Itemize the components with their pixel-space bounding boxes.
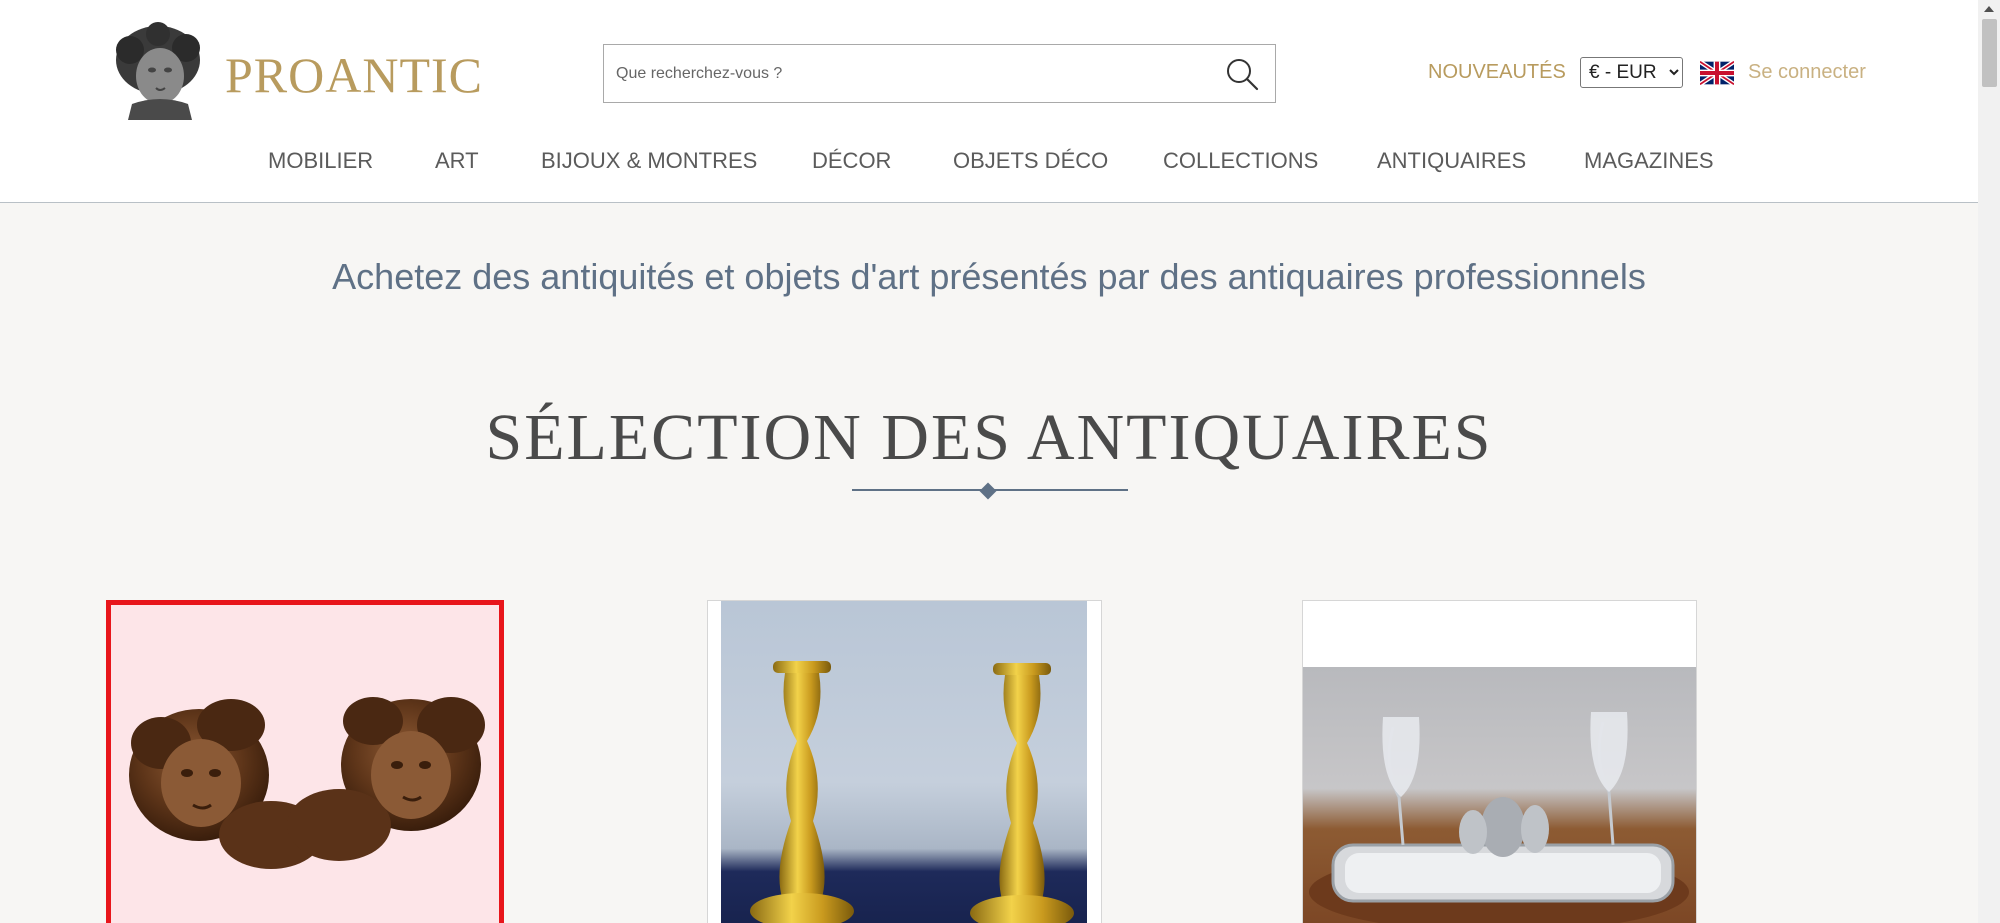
uk-flag-icon[interactable]	[1698, 59, 1736, 87]
cherub-bust-logo[interactable]	[112, 20, 208, 124]
product-card-candlesticks[interactable]	[707, 600, 1102, 923]
candlesticks-image	[721, 601, 1087, 923]
scrollbar-thumb[interactable]	[1982, 19, 1997, 87]
nav-item-decor[interactable]: DÉCOR	[812, 148, 891, 174]
nav-item-art[interactable]: ART	[435, 148, 479, 174]
nav-item-magazines[interactable]: MAGAZINES	[1584, 148, 1714, 174]
currency-select[interactable]: € - EUR	[1580, 57, 1683, 88]
nav-item-bijoux-montres[interactable]: BIJOUX & MONTRES	[541, 148, 757, 174]
cherub-heads-image	[129, 697, 485, 869]
search-bar	[603, 44, 1276, 103]
nav-item-mobilier[interactable]: MOBILIER	[268, 148, 373, 174]
product-card-cherub-heads[interactable]	[106, 600, 504, 923]
site-header: PROANTIC NOUVEAUTÉS € - EUR Se connecter…	[0, 0, 1978, 203]
main-nav: MOBILIER ART BIJOUX & MONTRES DÉCOR OBJE…	[0, 148, 1978, 178]
page-scrollbar[interactable]	[1978, 0, 2000, 923]
section-title: SÉLECTION DES ANTIQUAIRES	[485, 401, 1493, 474]
title-divider-ornament	[979, 482, 997, 500]
nouveautes-link[interactable]: NOUVEAUTÉS	[1428, 61, 1566, 84]
search-icon[interactable]	[1223, 55, 1261, 93]
scroll-up-arrow-icon[interactable]	[1984, 6, 1994, 12]
login-link[interactable]: Se connecter	[1748, 61, 1866, 84]
logo-wordmark[interactable]: PROANTIC	[225, 46, 483, 104]
page-tagline: Achetez des antiquités et objets d'art p…	[332, 256, 1646, 297]
nav-item-objets-deco[interactable]: OBJETS DÉCO	[953, 148, 1108, 174]
product-card-centerpiece[interactable]	[1302, 600, 1697, 923]
nav-item-collections[interactable]: COLLECTIONS	[1163, 148, 1318, 174]
nav-item-antiquaires[interactable]: ANTIQUAIRES	[1377, 148, 1526, 174]
search-input[interactable]	[616, 45, 1196, 102]
centerpiece-image	[1303, 667, 1696, 923]
